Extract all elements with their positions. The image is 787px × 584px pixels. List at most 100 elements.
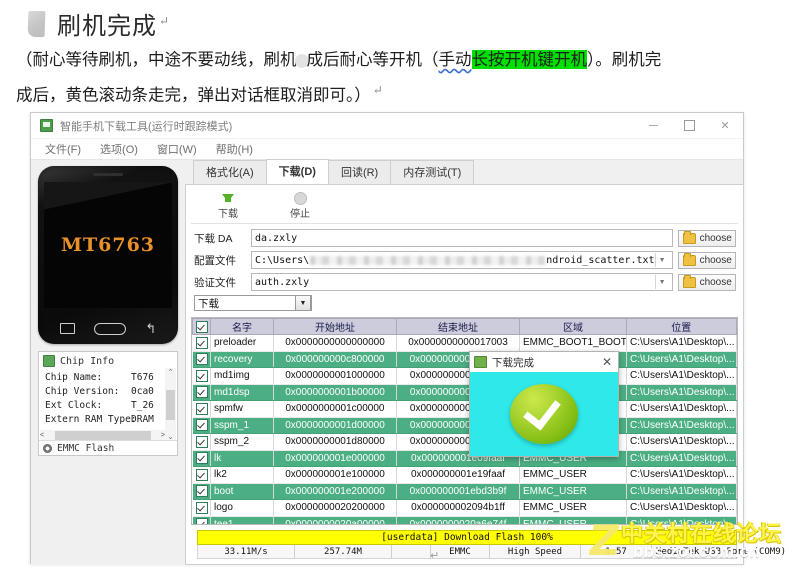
minimize-button[interactable] [635,113,671,138]
menu-item-file[interactable]: 文件(F) [37,139,89,159]
table-row[interactable]: recovery 0x000000000c800000 0x000000000d33… [192,351,737,368]
chip-info-vertical-scrollbar[interactable]: ⌃ ⌄ [165,368,176,441]
scroll-left-icon[interactable]: < [40,432,44,439]
tab-download[interactable]: 下载(D) [265,159,329,184]
paragraph-part-1: （耐心等待刷机，中途不要动线，刷机 [16,50,297,69]
vscroll-thumb[interactable] [166,389,175,420]
cell-start: 0x000000000c800000 [273,351,397,368]
action-toolbar: 下载 停止 [191,189,738,224]
left-pane: MT6763 ↰ Chip Info Chip Name: T676 Chip … [31,160,183,565]
status-speed-mode: High Speed [490,545,581,558]
chip-info-header: Chip Info [39,352,177,370]
table-row[interactable]: preloader 0x0000000000000000 0x00000000000… [192,334,737,352]
maximize-button[interactable] [671,113,707,138]
row-checkbox-cell[interactable] [192,367,211,385]
row-checkbox-cell[interactable] [192,516,211,524]
header-region[interactable]: 区域 [519,318,627,335]
table-row[interactable]: lk 0x000000001e000000 0x000000001e09faaf EM… [192,450,737,467]
cell-location: C:\Users\A1\Desktop\... [626,516,737,524]
tab-format[interactable]: 格式化(A) [193,160,267,184]
row-checkbox[interactable] [195,419,208,432]
menu-item-help[interactable]: 帮助(H) [208,139,261,159]
row-checkbox[interactable] [195,386,208,399]
table-row[interactable]: sspm_2 0x0000000001d80000 0x0000000001d8c8… [192,433,737,451]
table-row[interactable]: tee1 0x0000000020a00000 0x0000000020a6e74f… [192,516,737,524]
table-row[interactable]: lk2 0x000000001e100000 0x000000001e19faaf E… [192,466,737,484]
row-checkbox[interactable] [195,336,208,349]
chevron-down-icon[interactable]: ▼ [654,253,669,267]
cell-location: C:\Users\A1\Desktop\... [626,417,737,434]
row-checkbox[interactable] [195,369,208,382]
scatter-file-choose-button[interactable]: choose [677,251,736,269]
table-row[interactable]: boot 0x000000001e200000 0x000000001ebd3b9f… [192,483,737,500]
folder-icon [682,230,696,244]
back-arrow-icon: ↰ [145,321,157,336]
scroll-up-icon[interactable]: ⌃ [168,368,174,376]
row-checkbox[interactable] [195,518,208,524]
row-checkbox-cell[interactable] [192,483,211,500]
table-row[interactable]: md1dsp 0x0000000001b00000 0x0000000001b3ca… [192,384,737,401]
cell-name: recovery [210,351,274,368]
dialog-close-button[interactable]: ✕ [600,356,614,368]
menu-item-options[interactable]: 选项(O) [92,139,146,159]
auth-file-input[interactable]: auth.zxly ▼ [251,273,673,291]
table-row[interactable]: spmfw 0x0000000001c00000 0x0000000001c0ed3… [192,400,737,418]
download-da-input[interactable]: da.zxly [251,229,673,247]
download-mode-select[interactable]: 下载 ▼ [194,295,312,311]
hscroll-thumb[interactable] [54,431,151,440]
menu-item-window[interactable]: 窗口(W) [149,139,205,159]
cell-end: 0x000000002094b1ff [396,499,520,517]
row-checkbox[interactable] [195,485,208,498]
row-checkbox[interactable] [195,501,208,514]
folder-icon [682,274,696,288]
row-checkbox[interactable] [195,353,208,366]
row-checkbox-cell[interactable] [192,351,211,368]
row-checkbox[interactable] [195,468,208,481]
scroll-right-icon[interactable]: > [161,432,165,439]
table-row[interactable]: sspm_1 0x0000000001d00000 0x0000000001d0c8… [192,417,737,434]
auth-file-choose-button[interactable]: choose [677,273,736,291]
row-checkbox[interactable] [195,435,208,448]
progress-bar: [userdata] Download Flash 100% [197,530,737,545]
cell-location: C:\Users\A1\Desktop\... [626,384,737,401]
status-usb-port: MediaTek USB Port (COM9) [656,546,787,557]
paragraph-part-3: ）。刷机完 [587,50,662,69]
header-location[interactable]: 位置 [626,318,737,335]
stop-button[interactable]: 停止 [277,191,323,220]
cell-name: preloader [210,334,274,352]
download-da-choose-button[interactable]: choose [677,229,736,247]
table-header-row: 名字 开始地址 结束地址 区域 位置 [192,318,737,335]
row-checkbox-cell[interactable] [192,499,211,517]
row-checkbox-cell[interactable] [192,400,211,418]
select-all-checkbox[interactable] [195,320,208,333]
partition-table-body: preloader 0x0000000000000000 0x00000000000… [192,334,737,524]
chevron-down-icon[interactable]: ▼ [295,295,311,311]
header-name[interactable]: 名字 [210,318,274,335]
download-button[interactable]: 下载 [205,191,251,220]
table-row[interactable]: logo 0x0000000020200000 0x000000002094b1ff… [192,499,737,517]
scatter-file-input[interactable]: C:\Users\ ndroid_scatter.txt ▼ [251,251,673,269]
cell-start: 0x0000000001b00000 [273,384,397,401]
row-checkbox-cell[interactable] [192,384,211,401]
row-checkbox-cell[interactable] [192,334,211,352]
row-checkbox-cell[interactable] [192,450,211,467]
header-select-all[interactable] [192,318,211,335]
cell-end: 0x000000001ebd3b9f [396,483,520,500]
cell-location: C:\Users\A1\Desktop\... [626,367,737,385]
table-row[interactable]: md1img 0x0000000001000000 0x00000000016b5c… [192,367,737,385]
row-checkbox[interactable] [195,452,208,465]
header-end-address[interactable]: 结束地址 [396,318,520,335]
row-checkbox-cell[interactable] [192,433,211,451]
row-checkbox-cell[interactable] [192,417,211,434]
download-button-label: 下载 [218,209,238,220]
chevron-down-icon[interactable]: ▼ [654,275,669,289]
header-start-address[interactable]: 开始地址 [273,318,397,335]
choose-label: choose [699,254,732,266]
download-da-label: 下载 DA [194,232,233,245]
tab-memory-test[interactable]: 内存测试(T) [390,160,475,184]
row-checkbox[interactable] [195,402,208,415]
tab-readback[interactable]: 回读(R) [327,160,392,184]
close-button[interactable]: ✕ [707,113,743,138]
row-checkbox-cell[interactable] [192,466,211,484]
emmc-flash-row[interactable]: EMMC Flash [39,440,177,455]
